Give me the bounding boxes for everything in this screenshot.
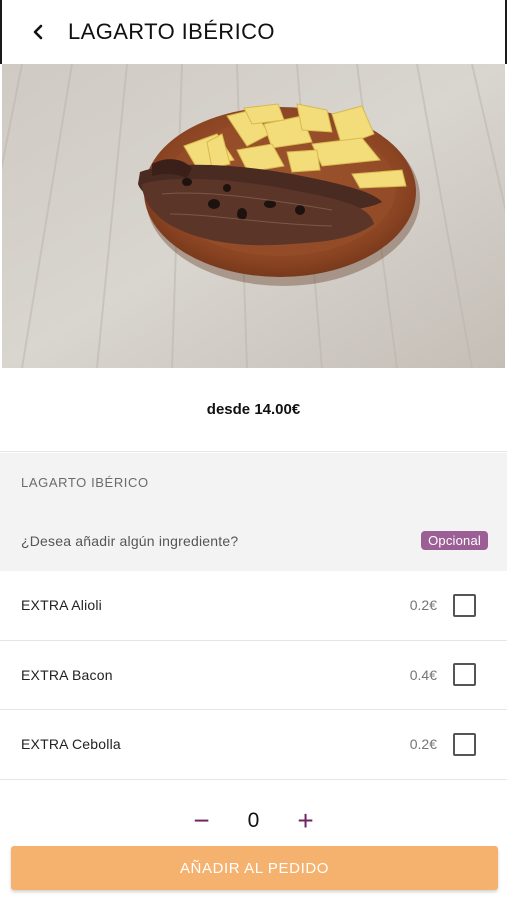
- optional-badge: Opcional: [421, 531, 488, 550]
- price-row: desde 14.00€: [0, 368, 507, 452]
- option-price: 0.2€: [409, 736, 437, 753]
- option-name: EXTRA Bacon: [21, 666, 113, 683]
- option-row-bacon[interactable]: EXTRA Bacon 0.4€: [0, 641, 507, 711]
- option-price: 0.2€: [409, 597, 437, 614]
- price-label: desde 14.00€: [206, 401, 301, 418]
- chevron-left-icon: [33, 24, 43, 40]
- options-section-header: LAGARTO IBÉRICO ¿Desea añadir algún ingr…: [0, 453, 507, 571]
- option-checkbox[interactable]: [453, 732, 476, 756]
- option-name: EXTRA Alioli: [21, 597, 102, 614]
- increase-button[interactable]: +: [286, 801, 326, 841]
- section-title: LAGARTO IBÉRICO: [21, 475, 149, 490]
- back-button[interactable]: [24, 18, 52, 46]
- ingredient-question: ¿Desea añadir algún ingrediente?: [21, 533, 239, 549]
- option-row-cebolla[interactable]: EXTRA Cebolla 0.2€: [0, 710, 507, 780]
- decrease-button[interactable]: −: [182, 801, 222, 841]
- quantity-value: 0: [247, 809, 260, 832]
- add-to-order-button[interactable]: AÑADIR AL PEDIDO: [11, 846, 498, 890]
- product-image: [2, 64, 505, 368]
- quantity-stepper: − 0 +: [0, 800, 507, 842]
- option-name: EXTRA Cebolla: [21, 736, 121, 753]
- options-list: EXTRA Alioli 0.2€ EXTRA Bacon 0.4€ EXTRA…: [0, 571, 507, 780]
- option-price: 0.4€: [409, 666, 437, 683]
- option-row-alioli[interactable]: EXTRA Alioli 0.2€: [0, 571, 507, 641]
- option-checkbox[interactable]: [453, 663, 476, 687]
- top-bar: LAGARTO IBÉRICO: [0, 0, 507, 64]
- option-checkbox[interactable]: [453, 593, 476, 617]
- page-title: LAGARTO IBÉRICO: [68, 19, 275, 44]
